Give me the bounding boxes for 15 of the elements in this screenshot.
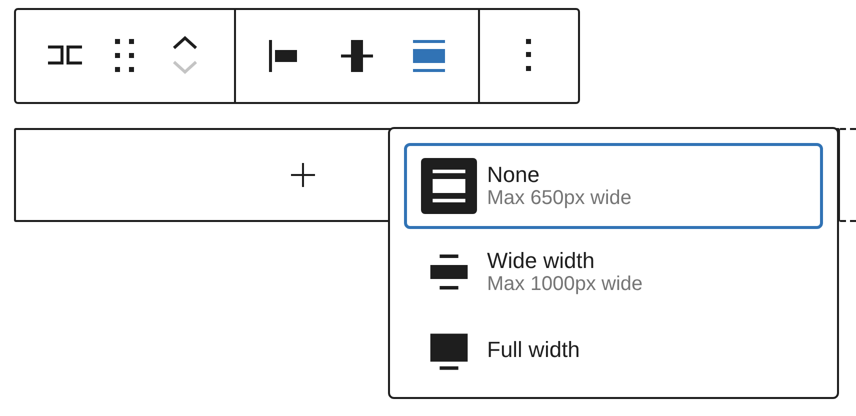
more-options-icon <box>525 38 533 72</box>
width-option[interactable]: None Max 650px wide <box>404 143 823 229</box>
option-description: Max 650px wide <box>487 187 632 210</box>
option-description: Max 1000px wide <box>487 273 643 296</box>
plus-icon <box>290 162 316 188</box>
drag-handle-icon <box>113 37 137 73</box>
none-width-icon <box>421 158 477 214</box>
chevron-up-icon <box>172 35 198 51</box>
option-label: Wide width <box>487 248 596 274</box>
width-option[interactable]: Wide width Max 1000px wide <box>404 229 823 315</box>
option-label: None <box>487 162 541 188</box>
chevron-down-icon <box>172 59 198 75</box>
move-up-button[interactable] <box>172 35 198 51</box>
option-label: Full width <box>487 337 580 363</box>
width-option[interactable]: Full width <box>404 315 823 385</box>
